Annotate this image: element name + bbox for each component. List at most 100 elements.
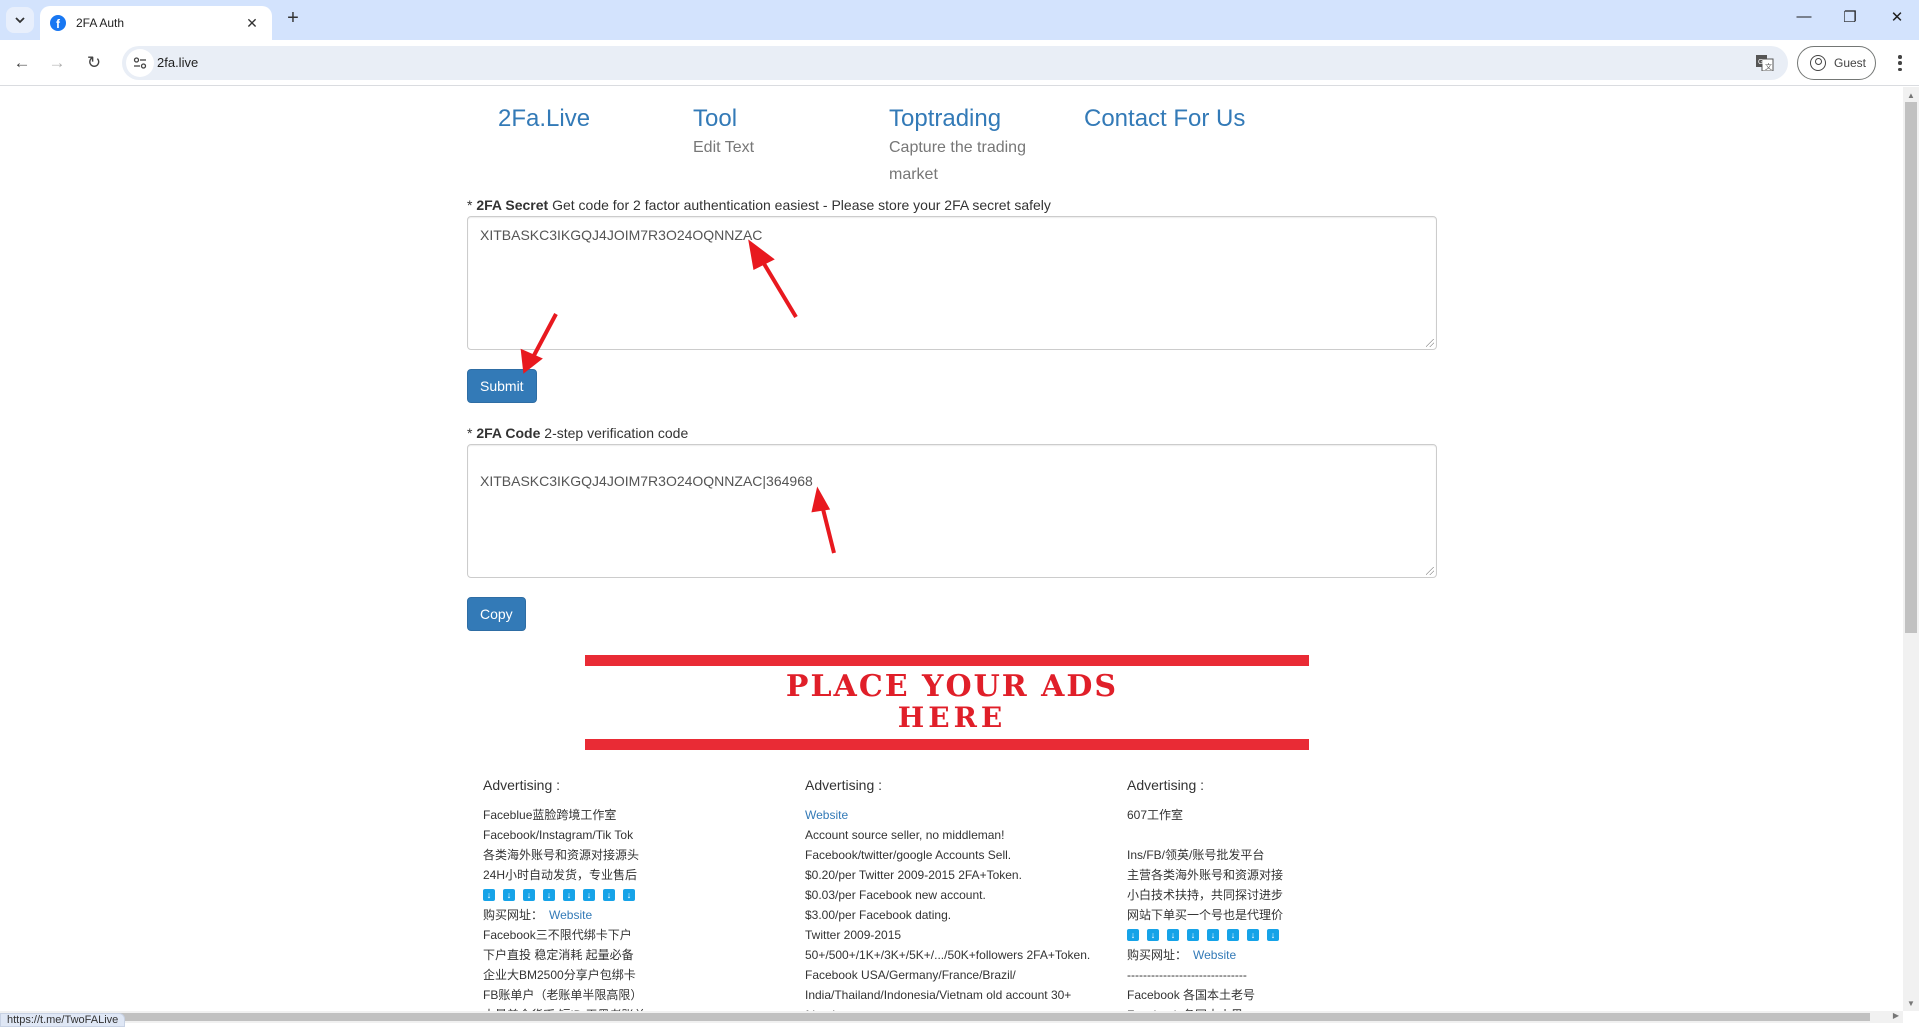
status-bar-url: https://t.me/TwoFALive (0, 1013, 126, 1027)
browser-tabstrip: f 2FA Auth ✕ + — ❐ ✕ (0, 0, 1919, 40)
ad-heading: Advertising : (1127, 777, 1205, 793)
close-tab-icon[interactable]: ✕ (242, 15, 262, 32)
secret-label-description: Get code for 2 factor authentication eas… (552, 197, 1051, 213)
ad-line-text: $0.20/per Twitter 2009-2015 2FA+Token. (805, 868, 1022, 882)
ad-line-text: 购买网址： (483, 908, 544, 922)
reload-icon: ↻ (86, 53, 102, 72)
ad-line: 主营各类海外账号和资源对接 (1127, 865, 1447, 885)
nav-item-home[interactable]: 2Fa.Live (498, 105, 590, 133)
down-arrow-icon: ↓ (1147, 929, 1159, 941)
vertical-scrollbar[interactable]: ▲ ▼ (1903, 87, 1919, 1011)
ad-line: 50+/500+/1K+/3K+/5K+/.../50K+followers 2… (805, 945, 1125, 965)
down-arrow-icon: ↓ (1207, 929, 1219, 941)
ad-line: Facebook 各国本土老号 (1127, 985, 1447, 1005)
nav-title[interactable]: 2Fa.Live (498, 105, 590, 133)
ad-line-text: $0.03/per Facebook new account. (805, 888, 986, 902)
resize-handle[interactable] (1426, 339, 1434, 347)
nav-item-contact[interactable]: Contact For Us (1084, 105, 1245, 133)
ad-line: 24H小时自动发货，专业售后 (483, 865, 803, 885)
page-viewport: 2Fa.Live Tool Edit Text Toptrading Captu… (0, 87, 1903, 1011)
nav-title[interactable]: Contact For Us (1084, 105, 1245, 133)
vertical-scroll-thumb[interactable] (1905, 102, 1917, 633)
ad-line-text: Account source seller, no middleman! (805, 828, 1005, 842)
ad-line-text: ------------------------------ (1127, 968, 1247, 982)
scroll-right-icon[interactable]: ▶ (1893, 1011, 1899, 1020)
website-link[interactable]: Website (805, 808, 848, 822)
banner-line1: PLACE YOUR ADS (785, 669, 1119, 704)
ad-line: $3.00/per Facebook dating. (805, 905, 1125, 925)
submit-button[interactable]: Submit (467, 369, 537, 403)
ad-line-text: 下户直投 稳定消耗 起量必备 (483, 948, 634, 962)
website-link[interactable]: Website (549, 908, 592, 922)
scroll-down-icon[interactable]: ▼ (1903, 995, 1919, 1011)
browser-tab-active[interactable]: f 2FA Auth ✕ (40, 6, 272, 40)
ad-line: 小白技术扶持，共同探讨进步 (1127, 885, 1447, 905)
profile-icon (1810, 55, 1826, 71)
nav-title[interactable]: Tool (693, 105, 843, 133)
ad-line-text: Facebook三不限代绑卡下户 (483, 928, 632, 942)
ad-line-text: FB账单户（老账单半限高限） (483, 988, 643, 1002)
new-tab-button[interactable]: + (282, 8, 304, 30)
profile-button[interactable]: Guest (1797, 46, 1876, 80)
code-textarea[interactable]: XITBASKC3IKGQJ4JOIM7R3O24OQNNZAC|364968 (467, 444, 1437, 578)
down-arrow-icon: ↓ (543, 889, 555, 901)
ad-line-text: 24H小时自动发货，专业售后 (483, 868, 638, 882)
nav-item-toptrading[interactable]: Toptrading Capture the trading market (889, 105, 1039, 188)
facebook-favicon-icon: f (50, 15, 66, 31)
horizontal-scroll-thumb[interactable] (2, 1013, 1870, 1021)
download-icons-row: ↓ ↓ ↓ ↓ ↓ ↓ ↓ ↓ (483, 885, 803, 905)
resize-handle[interactable] (1426, 567, 1434, 575)
nav-item-tool[interactable]: Tool Edit Text (693, 105, 843, 161)
browser-menu-button[interactable] (1890, 52, 1910, 74)
down-arrow-icon: ↓ (523, 889, 535, 901)
ad-line: 企业大BM2500分享户包绑卡 (483, 965, 803, 985)
secret-textarea[interactable]: XITBASKC3IKGQJ4JOIM7R3O24OQNNZAC (467, 216, 1437, 350)
minimize-icon[interactable]: — (1784, 8, 1824, 30)
back-button[interactable]: ← (10, 51, 34, 75)
ad-line: Website (805, 805, 1125, 825)
secret-value: XITBASKC3IKGQJ4JOIM7R3O24OQNNZAC (480, 227, 763, 243)
ad-line: Facebook/twitter/google Accounts Sell. (805, 845, 1125, 865)
address-bar[interactable]: 2fa.live G文 (122, 46, 1788, 80)
ad-line: Account source seller, no middleman! (805, 825, 1125, 845)
down-arrow-icon: ↓ (1267, 929, 1279, 941)
website-link[interactable]: Website (1193, 948, 1236, 962)
close-window-icon[interactable]: ✕ (1877, 8, 1917, 30)
scroll-up-icon[interactable]: ▲ (1903, 87, 1919, 103)
nav-title[interactable]: Toptrading (889, 105, 1039, 133)
banner-top-stripe (585, 655, 1309, 666)
arrow-right-icon: → (48, 53, 66, 72)
ad-line: 各类海外账号和资源对接源头 (483, 845, 803, 865)
ad-line-text: Faceblue蓝脸跨境工作室 (483, 808, 617, 822)
restore-icon[interactable]: ❐ (1830, 8, 1870, 30)
tab-search-button[interactable] (6, 7, 34, 33)
reload-button[interactable]: ↻ (82, 51, 106, 75)
required-mark: * (467, 425, 473, 441)
translate-icon[interactable]: G文 (1756, 55, 1774, 71)
download-icons-row: ↓ ↓ ↓ ↓ ↓ ↓ ↓ ↓ (1127, 925, 1447, 945)
ad-line (1127, 825, 1447, 845)
ad-line: 网站下单买一个号也是代理价 (1127, 905, 1447, 925)
copy-button[interactable]: Copy (467, 597, 526, 631)
ad-banner[interactable]: PLACE YOUR ADS HERE (565, 655, 1339, 750)
horizontal-scrollbar[interactable]: ▶ (0, 1011, 1903, 1023)
ad-line: 购买网址： Website (483, 905, 803, 925)
site-info-icon[interactable] (126, 49, 154, 77)
required-mark: * (467, 197, 473, 213)
ad-line: FB账单户（老账单半限高限） (483, 985, 803, 1005)
down-arrow-icon: ↓ (1167, 929, 1179, 941)
secret-label-title: 2FA Secret (476, 197, 549, 213)
nav-subtitle: Capture the trading market (889, 139, 1026, 183)
down-arrow-icon: ↓ (583, 889, 595, 901)
down-arrow-icon: ↓ (503, 889, 515, 901)
ad-line: 607工作室 (1127, 805, 1447, 825)
banner-line2: HERE (897, 701, 1007, 734)
profile-label: Guest (1834, 56, 1867, 70)
ad-line-text: 各类海外账号和资源对接源头 (483, 848, 640, 862)
tab-title: 2FA Auth (76, 16, 125, 30)
forward-button[interactable]: → (45, 51, 69, 75)
ad-line-text: Twitter 2009-2015 (805, 928, 902, 942)
ad-line-text: Facebook/twitter/google Accounts Sell. (805, 848, 1012, 862)
down-arrow-icon: ↓ (1227, 929, 1239, 941)
ad-column: Advertising : Website Account source selle… (805, 775, 1125, 1011)
